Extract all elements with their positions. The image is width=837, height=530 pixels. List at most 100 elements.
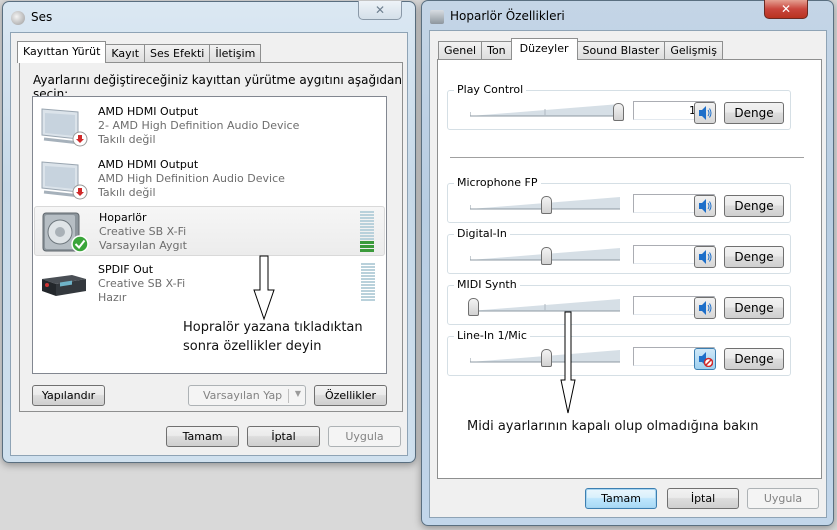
level-group: Play Control100Denge: [447, 83, 791, 130]
level-label: MIDI Synth: [454, 278, 520, 291]
annotation-text-levels: Midi ayarlarının kapalı olup olmadığına …: [467, 419, 759, 434]
device-name: AMD HDMI Output: [98, 158, 199, 171]
slider-thumb[interactable]: [613, 103, 624, 121]
balance-button[interactable]: Denge: [724, 195, 784, 217]
cancel-button[interactable]: İptal: [247, 426, 320, 447]
volume-slider[interactable]: [468, 296, 620, 316]
volume-slider[interactable]: [470, 347, 620, 367]
unplugged-badge-icon: [72, 131, 88, 147]
level-group: Digital-In50Denge: [447, 227, 791, 274]
properties-button[interactable]: Özellikler: [314, 385, 387, 406]
annotation-line: sonra özellikler deyin: [183, 339, 322, 354]
balance-button[interactable]: Denge: [724, 102, 784, 124]
device-status: Takılı değil: [98, 133, 156, 146]
cancel-button[interactable]: İptal: [667, 488, 739, 509]
device-status: Hazır: [98, 291, 127, 304]
default-check-icon: [71, 235, 89, 253]
meter-segment: [360, 241, 374, 244]
meter-segment: [361, 293, 375, 295]
meter-segment: [360, 229, 374, 231]
annotation-line: Hopralör yazana tıkladıktan: [183, 320, 363, 335]
tab-recording[interactable]: Kayıt: [105, 44, 146, 63]
volume-slider[interactable]: [470, 194, 620, 214]
speaker-muted-icon: [699, 352, 713, 367]
balance-button[interactable]: Denge: [724, 246, 784, 268]
level-label: Digital-In: [454, 227, 510, 240]
ses-tabs: Kayıttan Yürüt Kayıt Ses Efekti İletişim: [17, 41, 262, 63]
apply-button: Uygula: [747, 488, 819, 509]
window-title: Hoparlör Özellikleri: [450, 9, 565, 23]
meter-segment: [360, 238, 374, 240]
device-item[interactable]: AMD HDMI Output AMD High Definition Audi…: [34, 154, 385, 204]
meter-segment: [360, 249, 374, 252]
meter-segment: [361, 296, 375, 298]
close-icon: ✕: [374, 3, 386, 17]
device-item[interactable]: AMD HDMI Output 2- AMD High Definition A…: [34, 101, 385, 151]
meter-segment: [361, 281, 375, 283]
mute-toggle-button[interactable]: [694, 195, 716, 217]
slider-thumb[interactable]: [468, 298, 479, 316]
level-group: MIDI Synth0Denge: [447, 278, 791, 325]
set-default-button: Varsayılan Yap ▼: [188, 385, 306, 406]
tab-tone[interactable]: Ton: [481, 41, 512, 60]
meter-segment: [360, 211, 374, 213]
meter-segment: [360, 226, 374, 228]
balance-button[interactable]: Denge: [724, 348, 784, 370]
meter-segment: [361, 263, 375, 265]
ok-button[interactable]: Tamam: [166, 426, 239, 447]
close-button[interactable]: ✕: [764, 0, 808, 19]
slider-thumb[interactable]: [540, 247, 552, 265]
device-item[interactable]: SPDIF Out Creative SB X-Fi Hazır: [34, 259, 385, 309]
volume-slider[interactable]: [470, 101, 624, 121]
device-status: Varsayılan Aygıt: [99, 239, 187, 252]
annotation-arrow-down: [560, 311, 576, 414]
meter-segment: [361, 275, 375, 277]
device-status: Takılı değil: [98, 186, 156, 199]
meter-segment: [360, 214, 374, 216]
meter-segment: [360, 217, 374, 219]
volume-slider[interactable]: [470, 245, 620, 265]
meter-segment: [361, 272, 375, 274]
device-name: AMD HDMI Output: [98, 105, 199, 118]
meter-segment: [361, 278, 375, 280]
mute-toggle-button[interactable]: [694, 102, 716, 124]
slider-thumb[interactable]: [540, 196, 552, 214]
mute-toggle-button[interactable]: [694, 348, 716, 370]
props-tabs: Genel Ton Düzeyler Sound Blaster Gelişmi…: [438, 38, 723, 60]
device-item-selected[interactable]: Hoparlör Creative SB X-Fi Varsayılan Ayg…: [34, 206, 385, 256]
meter-segment: [361, 269, 375, 271]
slider-track: [470, 299, 620, 312]
level-label: Play Control: [454, 83, 527, 96]
meter-segment: [361, 284, 375, 286]
level-label: Line-In 1/Mic: [454, 329, 530, 342]
mute-toggle-button[interactable]: [694, 297, 716, 319]
level-divider: [450, 157, 804, 158]
meter-segment: [360, 223, 374, 225]
tab-sound-blaster[interactable]: Sound Blaster: [576, 41, 666, 60]
device-driver: AMD High Definition Audio Device: [98, 172, 285, 185]
dropdown-separator: [288, 389, 289, 403]
level-group: Microphone FP50Denge: [447, 176, 791, 223]
balance-button[interactable]: Denge: [724, 297, 784, 319]
level-group: Line-In 1/Mic50Denge: [447, 329, 791, 376]
set-default-label: Varsayılan Yap: [203, 389, 283, 402]
digital-receiver-icon: [42, 275, 86, 296]
meter-segment: [361, 287, 375, 289]
tab-communications[interactable]: İletişim: [209, 44, 262, 63]
tab-levels[interactable]: Düzeyler: [510, 38, 578, 60]
annotation-text-ses: Hopralör yazana tıkladıktan sonra özelli…: [183, 318, 363, 356]
slider-thumb[interactable]: [540, 349, 552, 367]
level-meter: [361, 263, 375, 301]
level-label: Microphone FP: [454, 176, 541, 189]
tab-sound-effects[interactable]: Ses Efekti: [144, 44, 211, 63]
tab-playback[interactable]: Kayıttan Yürüt: [17, 41, 107, 63]
mute-toggle-button[interactable]: [694, 246, 716, 268]
tab-general[interactable]: Genel: [438, 41, 483, 60]
close-button[interactable]: ✕: [358, 1, 402, 20]
speaker-icon: [699, 199, 712, 213]
ok-button[interactable]: Tamam: [585, 488, 657, 509]
device-driver: Creative SB X-Fi: [98, 277, 186, 290]
device-driver: 2- AMD High Definition Audio Device: [98, 119, 300, 132]
tab-advanced[interactable]: Gelişmiş: [664, 41, 723, 60]
configure-button[interactable]: Yapılandır: [32, 385, 105, 406]
